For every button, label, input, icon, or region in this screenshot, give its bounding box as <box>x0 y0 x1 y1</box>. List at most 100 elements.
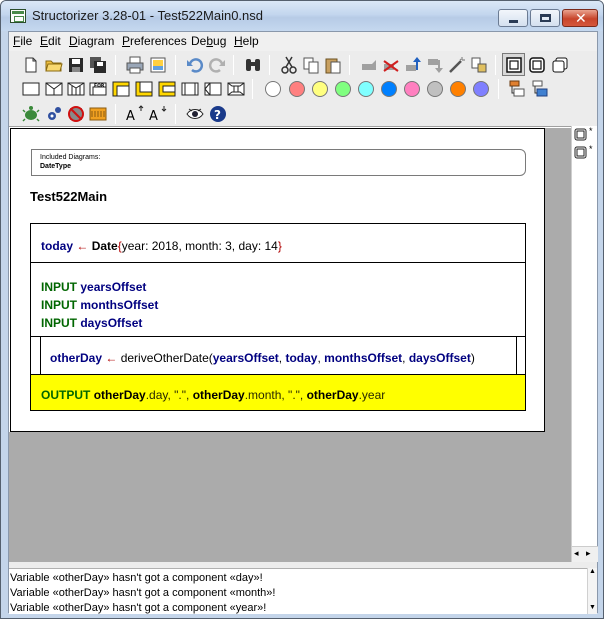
color-pink-button[interactable] <box>404 81 420 97</box>
scroll-corner: ◂ ▸ <box>572 546 598 562</box>
menu-edit[interactable]: Edit <box>40 34 61 48</box>
save-icon[interactable] <box>67 56 85 74</box>
menu-file[interactable]: File <box>13 34 32 48</box>
included-diagrams-title: Included Diagrams: <box>40 154 101 161</box>
menu-diagram[interactable]: Diagram <box>69 34 114 48</box>
executor-gear-icon[interactable] <box>45 105 63 123</box>
open-folder-icon[interactable] <box>45 56 63 74</box>
arrange-marker-1: * <box>589 126 593 136</box>
expand-icon[interactable] <box>531 80 549 98</box>
input-line-months: INPUT monthsOffset <box>41 298 159 312</box>
view-toggle-1-button[interactable] <box>502 53 525 76</box>
svg-text:A: A <box>126 109 135 123</box>
add-for-loop-icon[interactable]: FOR <box>89 80 107 98</box>
color-gray-button[interactable] <box>427 81 443 97</box>
menu-help[interactable]: Help <box>234 34 259 48</box>
maximize-icon <box>540 14 551 22</box>
message-item[interactable]: Variable «otherDay» hasn't got a compone… <box>10 572 263 584</box>
diagram-name: Test522Main <box>30 189 108 204</box>
color-violet-button[interactable] <box>473 81 489 97</box>
code-export-icon[interactable] <box>89 105 107 123</box>
transmute-icon[interactable] <box>470 56 488 74</box>
title-bar[interactable]: Structorizer 3.28-01 - Test522Main0.nsd … <box>1 1 603 31</box>
add-jump-icon[interactable] <box>204 80 222 98</box>
add-forever-loop-icon[interactable] <box>158 80 176 98</box>
color-cyan-button[interactable] <box>358 81 374 97</box>
font-decrease-icon[interactable]: A <box>149 105 167 123</box>
redo-icon[interactable] <box>208 56 226 74</box>
arrange-marker-2: * <box>589 144 593 154</box>
menu-preferences[interactable]: Preferences <box>122 34 187 48</box>
nassi-shneiderman-diagram[interactable]: Included Diagrams: DateType Test522Main … <box>10 128 545 432</box>
canvas-vertical-scrollbar[interactable]: * * ◂ ▸ <box>571 126 598 562</box>
instruction-today-assignment[interactable]: today ← Date{year: 2018, month: 3, day: … <box>30 223 526 263</box>
toolbar-row-2: FOR <box>9 77 597 101</box>
message-item[interactable]: Variable «otherDay» hasn't got a compone… <box>10 602 266 614</box>
copy-icon[interactable] <box>302 56 320 74</box>
arrange-icon-1[interactable] <box>574 128 587 141</box>
input-line-days: INPUT daysOffset <box>41 316 143 330</box>
menu-debug[interactable]: Debug <box>191 34 226 48</box>
stacked-view-icon[interactable] <box>551 56 569 74</box>
print-icon[interactable] <box>126 56 144 74</box>
comment-icon[interactable] <box>360 56 378 74</box>
magic-wand-icon[interactable] <box>448 56 466 74</box>
arrange-icon-2[interactable] <box>574 146 587 159</box>
boxed-view-icon <box>506 57 522 73</box>
minimize-icon <box>509 20 518 23</box>
remove-comment-icon[interactable] <box>382 56 400 74</box>
included-diagram-name: DateType <box>40 163 71 170</box>
instruction-other-day-call[interactable]: otherDay ← deriveOtherDate(yearsOffset, … <box>40 336 517 375</box>
svg-text:A: A <box>149 109 158 123</box>
add-case-icon[interactable] <box>67 80 85 98</box>
structorizer-app-icon <box>10 9 26 23</box>
close-button[interactable]: ✕ <box>562 9 598 27</box>
undo-icon[interactable] <box>186 56 204 74</box>
scroll-up-arrow-icon[interactable]: ▲ <box>589 568 596 575</box>
menu-bar: File Edit Diagram Preferences Debug Help <box>9 32 597 51</box>
unboxed-view-icon[interactable] <box>528 56 546 74</box>
view-eye-icon[interactable] <box>186 105 204 123</box>
color-yellow-button[interactable] <box>312 81 328 97</box>
included-diagrams-box: Included Diagrams: DateType <box>31 149 526 176</box>
help-icon[interactable]: ? <box>209 105 227 123</box>
find-binoculars-icon[interactable] <box>244 56 262 74</box>
analyser-messages-list[interactable]: Variable «otherDay» hasn't got a compone… <box>9 568 587 614</box>
add-parallel-icon[interactable] <box>227 80 245 98</box>
add-alternative-icon[interactable] <box>45 80 63 98</box>
scroll-down-arrow-icon[interactable]: ▼ <box>589 604 596 611</box>
svg-text:?: ? <box>214 108 221 122</box>
analyser-off-icon[interactable] <box>67 105 85 123</box>
instruction-input-block[interactable]: INPUT yearsOffset INPUT monthsOffset INP… <box>30 262 526 337</box>
minimize-button[interactable] <box>498 9 528 27</box>
client-area: File Edit Diagram Preferences Debug Help <box>8 31 598 614</box>
color-orange-button[interactable] <box>450 81 466 97</box>
font-increase-icon[interactable]: A <box>126 105 144 123</box>
add-repeat-loop-icon[interactable] <box>135 80 153 98</box>
new-file-icon[interactable] <box>22 56 40 74</box>
export-picture-icon[interactable] <box>149 56 167 74</box>
message-item[interactable]: Variable «otherDay» hasn't got a compone… <box>10 587 275 599</box>
paste-icon[interactable] <box>324 56 342 74</box>
instruction-output-highlighted[interactable]: OUTPUT otherDay.day, ".", otherDay.month… <box>30 374 526 411</box>
scroll-right-arrow-icon[interactable]: ▸ <box>586 548 591 559</box>
add-while-loop-icon[interactable] <box>112 80 130 98</box>
cut-icon[interactable] <box>280 56 298 74</box>
toolbar-row-3: A A ? <box>9 102 597 126</box>
color-blue-button[interactable] <box>381 81 397 97</box>
turtle-icon[interactable] <box>22 105 40 123</box>
canvas-background-lower <box>9 432 571 562</box>
collapse-icon[interactable] <box>508 80 526 98</box>
color-white-button[interactable] <box>265 81 281 97</box>
close-icon: ✕ <box>575 10 587 26</box>
scroll-left-arrow-icon[interactable]: ◂ <box>574 548 579 559</box>
add-instruction-icon[interactable] <box>22 80 40 98</box>
save-all-icon[interactable] <box>89 56 107 74</box>
messages-scrollbar[interactable]: ▲ ▼ <box>587 568 597 614</box>
color-green-button[interactable] <box>335 81 351 97</box>
color-red-button[interactable] <box>289 81 305 97</box>
maximize-button[interactable] <box>530 9 560 27</box>
move-down-icon[interactable] <box>426 56 444 74</box>
add-call-icon[interactable] <box>181 80 199 98</box>
move-up-icon[interactable] <box>404 56 422 74</box>
